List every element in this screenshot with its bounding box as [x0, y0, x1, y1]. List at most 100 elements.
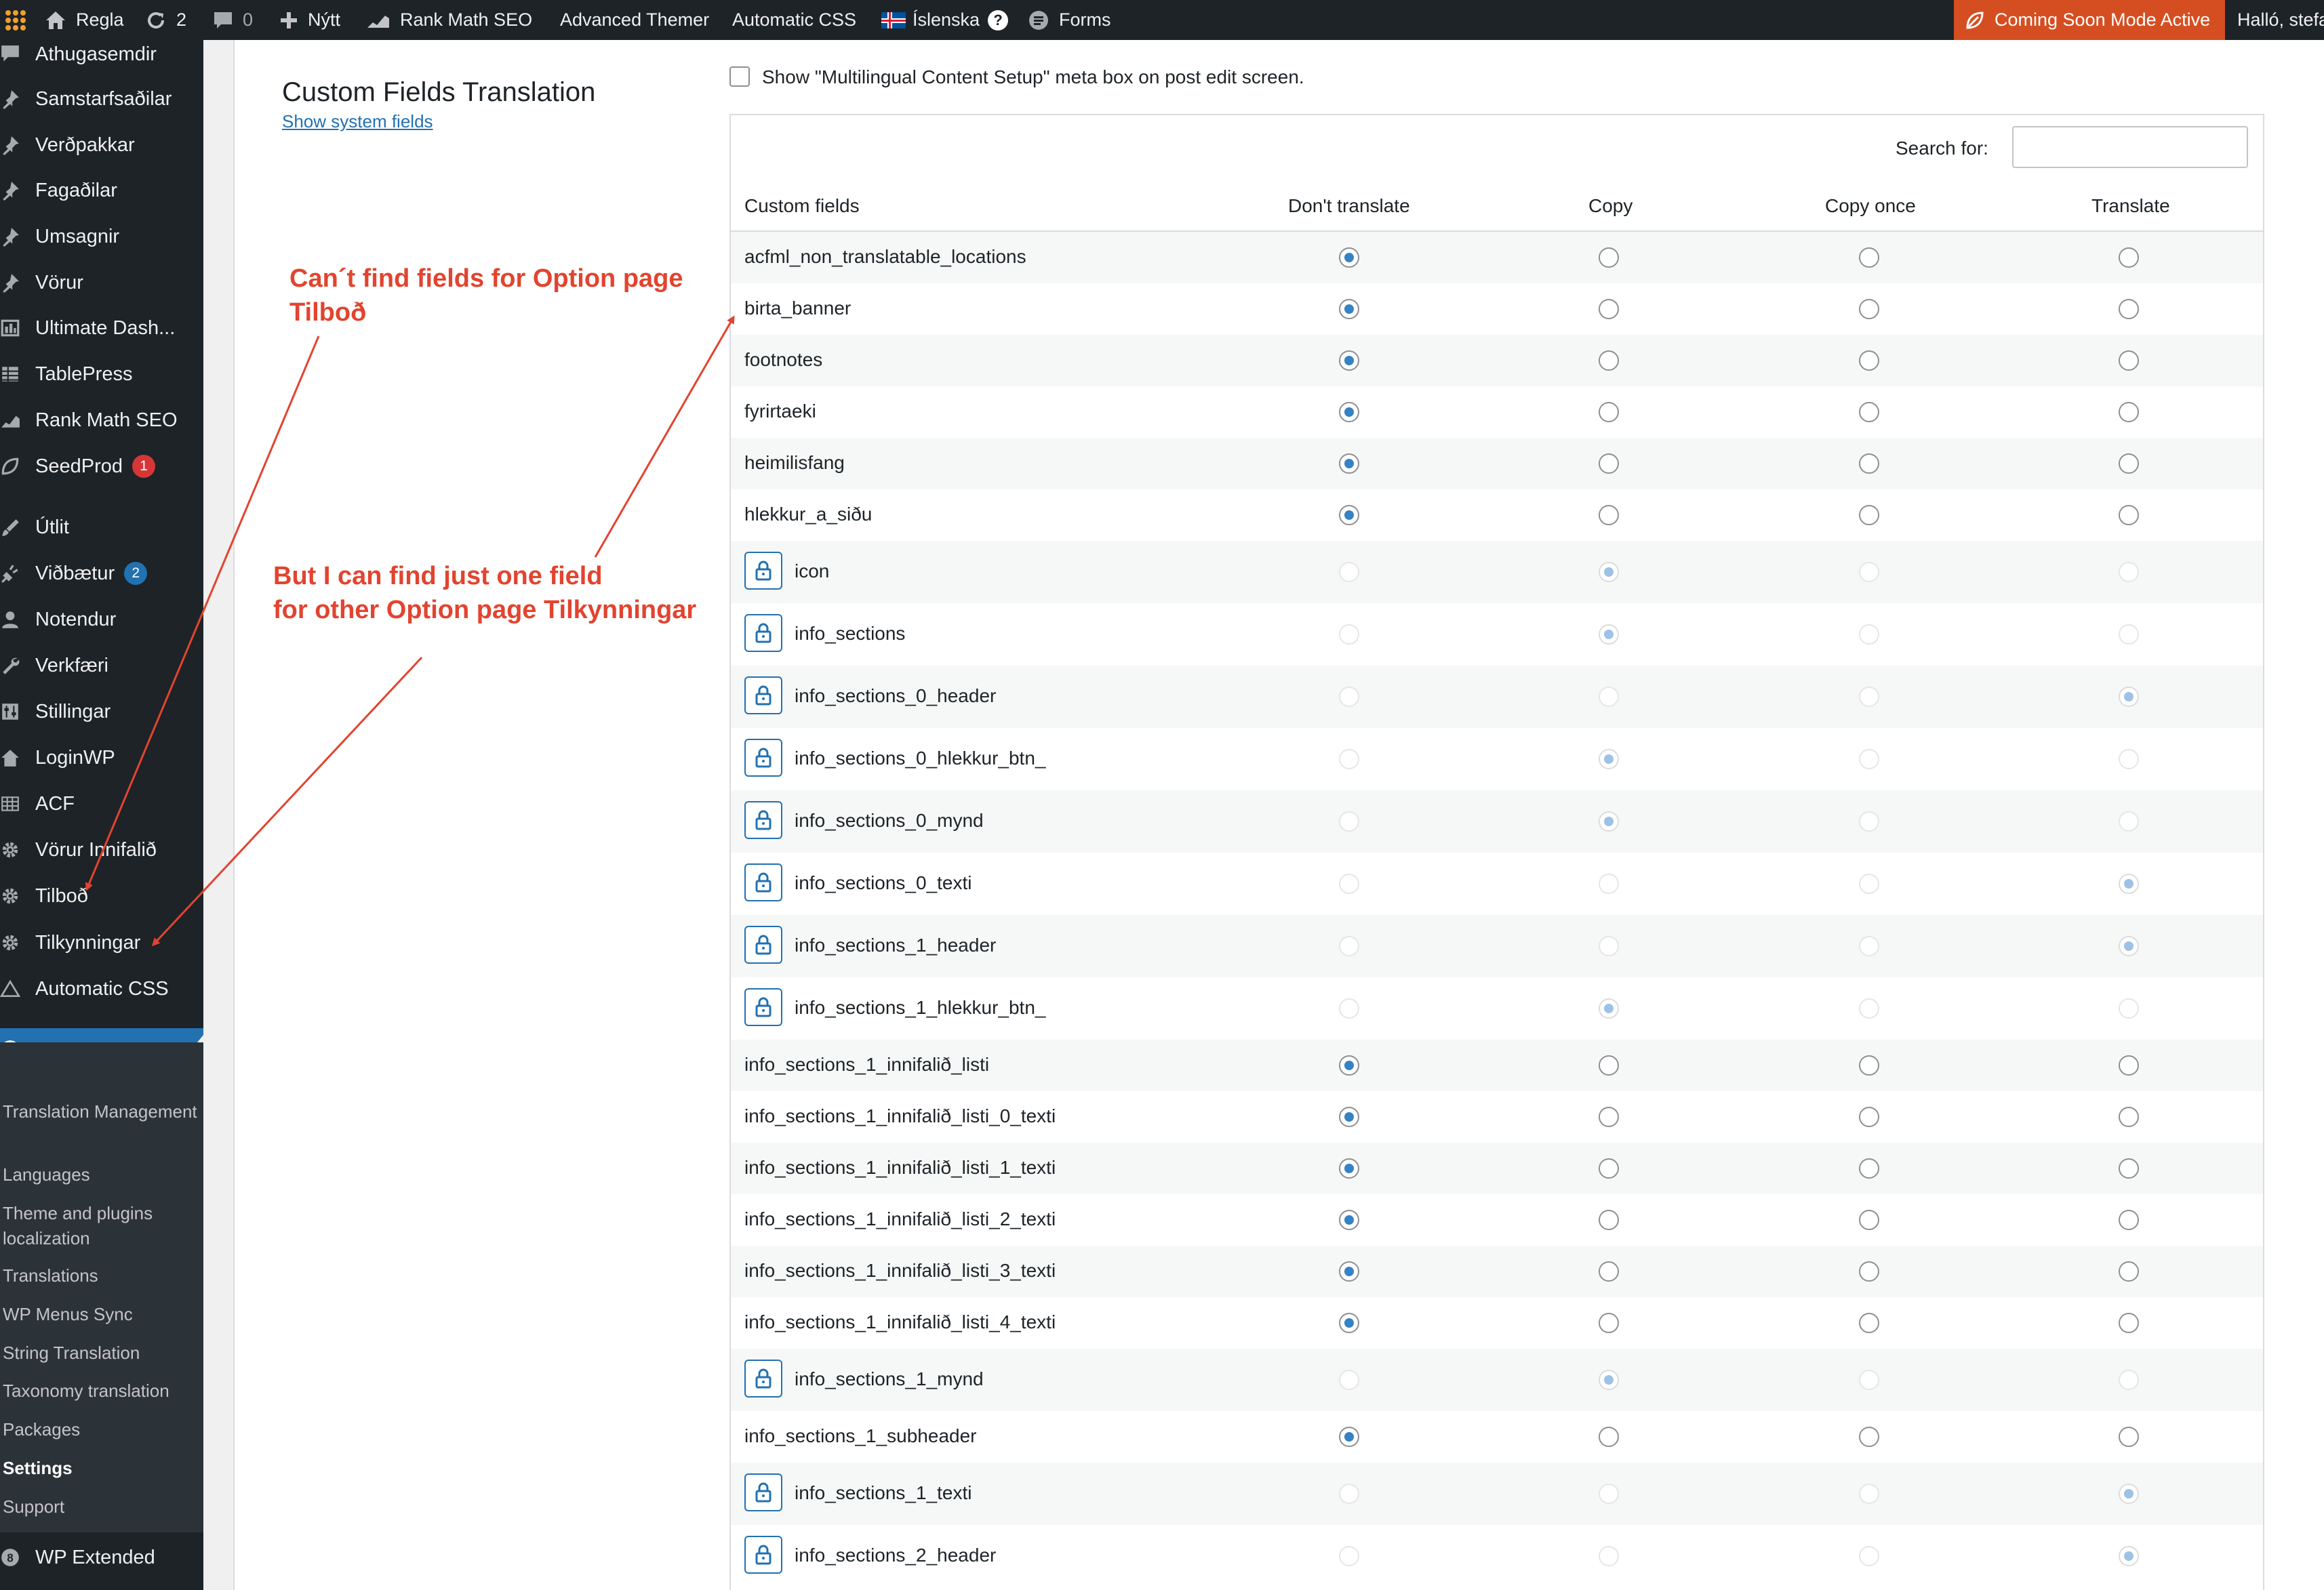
radio-translate[interactable]: [2119, 505, 2139, 525]
radio-copy[interactable]: [1599, 1107, 1619, 1127]
radio-copy-once[interactable]: [1859, 1313, 1879, 1333]
radio-dont-translate[interactable]: [1339, 1261, 1359, 1282]
radio-copy-once[interactable]: [1859, 299, 1879, 319]
rank-math-link[interactable]: Rank Math SEO: [366, 0, 532, 40]
sidebar-item-3[interactable]: Verðpakkar: [0, 130, 203, 160]
lock-icon[interactable]: [744, 614, 782, 652]
radio-translate[interactable]: [2119, 1261, 2139, 1282]
submenu-item-7[interactable]: Taxonomy translation: [3, 1379, 199, 1404]
radio-translate[interactable]: [2119, 1158, 2139, 1179]
radio-copy[interactable]: [1599, 505, 1619, 525]
radio-copy[interactable]: [1599, 1158, 1619, 1179]
radio-dont-translate[interactable]: [1339, 453, 1359, 474]
radio-copy-once[interactable]: [1859, 1055, 1879, 1076]
lock-icon[interactable]: [744, 801, 782, 839]
radio-translate[interactable]: [2119, 299, 2139, 319]
sidebar-item-5[interactable]: Umsagnir: [0, 222, 203, 251]
sidebar-item-15[interactable]: Stillingar: [0, 697, 203, 727]
submenu-item-6[interactable]: String Translation: [3, 1341, 199, 1366]
sidebar-item-7[interactable]: Ultimate Dash...: [0, 313, 203, 343]
sidebar-item-1[interactable]: Athugasemdir: [0, 39, 203, 69]
metabox-checkbox[interactable]: [729, 66, 750, 87]
submenu-item-8[interactable]: Packages: [3, 1417, 199, 1442]
sidebar-item-6[interactable]: Vörur: [0, 268, 203, 298]
radio-copy[interactable]: [1599, 247, 1619, 268]
show-system-fields-link[interactable]: Show system fields: [282, 111, 433, 132]
radio-translate[interactable]: [2119, 350, 2139, 371]
radio-copy-once[interactable]: [1859, 1427, 1879, 1447]
submenu-item-1[interactable]: Translation Management: [3, 1099, 199, 1124]
radio-dont-translate[interactable]: [1339, 505, 1359, 525]
lock-icon[interactable]: [744, 1360, 782, 1398]
radio-copy[interactable]: [1599, 299, 1619, 319]
submenu-item-4[interactable]: Translations: [3, 1263, 199, 1288]
sidebar-item-17[interactable]: ACF: [0, 789, 203, 819]
lock-icon[interactable]: [744, 988, 782, 1026]
lock-icon[interactable]: [744, 926, 782, 964]
radio-dont-translate[interactable]: [1339, 247, 1359, 268]
radio-dont-translate[interactable]: [1339, 1313, 1359, 1333]
site-name-link[interactable]: Regla: [45, 0, 124, 40]
sidebar-item-10[interactable]: SeedProd 1: [0, 451, 203, 481]
radio-dont-translate[interactable]: [1339, 1107, 1359, 1127]
sidebar-item-11[interactable]: Útlit: [0, 512, 203, 542]
advanced-themer-link[interactable]: Advanced Themer: [560, 0, 709, 40]
sidebar-item-20[interactable]: Tilkynningar: [0, 928, 203, 958]
lock-icon[interactable]: [744, 676, 782, 714]
radio-copy-once[interactable]: [1859, 1210, 1879, 1230]
sidebar-item-wp-extended[interactable]: 8 WP Extended: [0, 1543, 203, 1572]
submenu-item-9[interactable]: Settings: [3, 1456, 199, 1481]
submenu-item-3[interactable]: Theme and plugins localization: [3, 1201, 199, 1251]
sidebar-item-2[interactable]: Samstarfsaðilar: [0, 84, 203, 114]
wp-logo-icon[interactable]: [5, 0, 26, 40]
help-icon[interactable]: ?: [988, 9, 1009, 30]
radio-copy[interactable]: [1599, 1427, 1619, 1447]
radio-dont-translate[interactable]: [1339, 1427, 1359, 1447]
radio-copy-once[interactable]: [1859, 1107, 1879, 1127]
radio-translate[interactable]: [2119, 1427, 2139, 1447]
sidebar-item-13[interactable]: Notendur: [0, 605, 203, 634]
radio-dont-translate[interactable]: [1339, 402, 1359, 422]
sidebar-item-19[interactable]: Tilboð: [0, 881, 203, 911]
automatic-css-link[interactable]: Automatic CSS: [732, 0, 856, 40]
sidebar-item-14[interactable]: Verkfæri: [0, 651, 203, 680]
sidebar-item-8[interactable]: TablePress: [0, 359, 203, 389]
radio-copy[interactable]: [1599, 1055, 1619, 1076]
radio-copy[interactable]: [1599, 1261, 1619, 1282]
radio-copy-once[interactable]: [1859, 453, 1879, 474]
coming-soon-notice[interactable]: Coming Soon Mode Active: [1954, 0, 2225, 40]
submenu-item-10[interactable]: Support: [3, 1494, 199, 1520]
radio-dont-translate[interactable]: [1339, 299, 1359, 319]
radio-copy[interactable]: [1599, 1210, 1619, 1230]
lock-icon[interactable]: [744, 739, 782, 777]
lock-icon[interactable]: [744, 1536, 782, 1574]
submenu-item-2[interactable]: Languages: [3, 1162, 199, 1187]
sidebar-item-12[interactable]: Viðbætur 2: [0, 558, 203, 588]
radio-dont-translate[interactable]: [1339, 1055, 1359, 1076]
radio-copy-once[interactable]: [1859, 505, 1879, 525]
radio-translate[interactable]: [2119, 402, 2139, 422]
radio-copy[interactable]: [1599, 350, 1619, 371]
submenu-item-5[interactable]: WP Menus Sync: [3, 1302, 199, 1327]
radio-translate[interactable]: [2119, 247, 2139, 268]
language-switcher[interactable]: Íslenska ?: [881, 0, 1009, 40]
radio-copy-once[interactable]: [1859, 350, 1879, 371]
lock-icon[interactable]: [744, 1473, 782, 1511]
sidebar-item-4[interactable]: Fagaðilar: [0, 176, 203, 205]
new-content-link[interactable]: Nýtt: [279, 0, 340, 40]
radio-translate[interactable]: [2119, 453, 2139, 474]
radio-copy-once[interactable]: [1859, 402, 1879, 422]
radio-translate[interactable]: [2119, 1210, 2139, 1230]
radio-copy[interactable]: [1599, 453, 1619, 474]
radio-copy[interactable]: [1599, 402, 1619, 422]
updates-link[interactable]: 2: [145, 0, 186, 40]
radio-translate[interactable]: [2119, 1313, 2139, 1333]
radio-copy-once[interactable]: [1859, 1158, 1879, 1179]
lock-icon[interactable]: [744, 552, 782, 590]
radio-dont-translate[interactable]: [1339, 1210, 1359, 1230]
radio-copy[interactable]: [1599, 1313, 1619, 1333]
radio-copy-once[interactable]: [1859, 1261, 1879, 1282]
radio-dont-translate[interactable]: [1339, 350, 1359, 371]
account-menu[interactable]: Halló, stefa: [2237, 0, 2324, 40]
radio-copy-once[interactable]: [1859, 247, 1879, 268]
